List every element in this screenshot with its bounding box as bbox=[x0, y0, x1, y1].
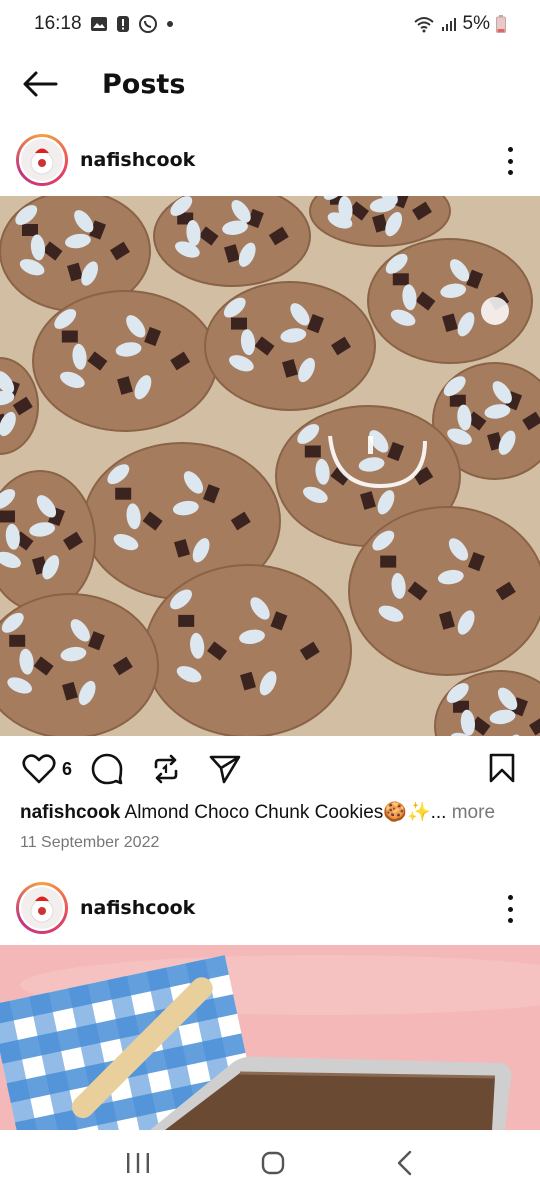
repost-icon bbox=[154, 754, 178, 784]
back-button[interactable] bbox=[20, 64, 60, 104]
dot-icon bbox=[166, 20, 174, 28]
bookmark-icon bbox=[489, 753, 515, 783]
avatar-image bbox=[19, 137, 65, 183]
more-dot bbox=[507, 147, 513, 152]
arrow-left-icon bbox=[23, 71, 58, 97]
battery-icon bbox=[496, 15, 506, 33]
send-icon bbox=[209, 755, 241, 784]
home-icon bbox=[261, 1151, 285, 1174]
signal-icon bbox=[441, 16, 457, 32]
avatar[interactable] bbox=[16, 882, 68, 934]
comment-icon bbox=[91, 753, 123, 785]
comment-button[interactable] bbox=[90, 752, 124, 786]
caption-username[interactable]: nafishcook bbox=[20, 802, 120, 823]
app-header: Posts bbox=[0, 48, 540, 120]
post-caption: nafishcook Almond Choco Chunk Cookies🍪✨.… bbox=[20, 800, 520, 826]
action-bar: 6 bbox=[0, 744, 540, 794]
post-header: nafishcook bbox=[0, 873, 540, 943]
more-dot bbox=[507, 918, 513, 923]
back-chevron-icon bbox=[398, 1150, 412, 1175]
more-dot bbox=[507, 895, 513, 900]
wifi-icon bbox=[413, 15, 435, 33]
save-button[interactable] bbox=[488, 752, 516, 784]
more-options-button[interactable] bbox=[498, 895, 522, 923]
status-left: 16:18 bbox=[34, 13, 174, 35]
alert-icon bbox=[116, 15, 130, 33]
recents-icon bbox=[126, 1152, 149, 1173]
like-button[interactable] bbox=[22, 753, 56, 785]
status-right: 5% bbox=[413, 13, 506, 35]
caption-more-link[interactable]: more bbox=[446, 802, 495, 823]
more-options-button[interactable] bbox=[498, 147, 522, 175]
page-title: Posts bbox=[102, 68, 186, 100]
post-username[interactable]: nafishcook bbox=[80, 149, 195, 171]
whatsapp-icon bbox=[138, 14, 158, 34]
repost-button[interactable] bbox=[150, 753, 182, 785]
chocolate-spread-photo bbox=[0, 945, 540, 1130]
post-image[interactable] bbox=[0, 196, 540, 736]
caption-text: Almond Choco Chunk Cookies🍪✨... bbox=[120, 802, 447, 823]
gallery-icon bbox=[90, 15, 108, 33]
post-username[interactable]: nafishcook bbox=[80, 897, 195, 919]
system-back-button[interactable] bbox=[395, 1150, 415, 1181]
status-time: 16:18 bbox=[34, 13, 82, 34]
post-image[interactable] bbox=[0, 945, 540, 1130]
more-dot bbox=[507, 170, 513, 175]
recents-button[interactable] bbox=[125, 1151, 151, 1180]
status-bar: 16:18 5% bbox=[0, 0, 540, 48]
cookies-photo bbox=[0, 196, 540, 736]
heart-icon bbox=[22, 754, 56, 784]
more-dot bbox=[507, 158, 513, 164]
system-nav-bar bbox=[0, 1130, 540, 1200]
post-header: nafishcook bbox=[0, 125, 540, 195]
more-dot bbox=[507, 906, 513, 912]
share-button[interactable] bbox=[208, 753, 242, 785]
post-date: 11 September 2022 bbox=[20, 834, 160, 851]
avatar[interactable] bbox=[16, 134, 68, 186]
battery-text: 5% bbox=[462, 13, 490, 34]
avatar-image bbox=[19, 885, 65, 931]
like-count[interactable]: 6 bbox=[62, 759, 72, 780]
home-button[interactable] bbox=[260, 1150, 286, 1181]
